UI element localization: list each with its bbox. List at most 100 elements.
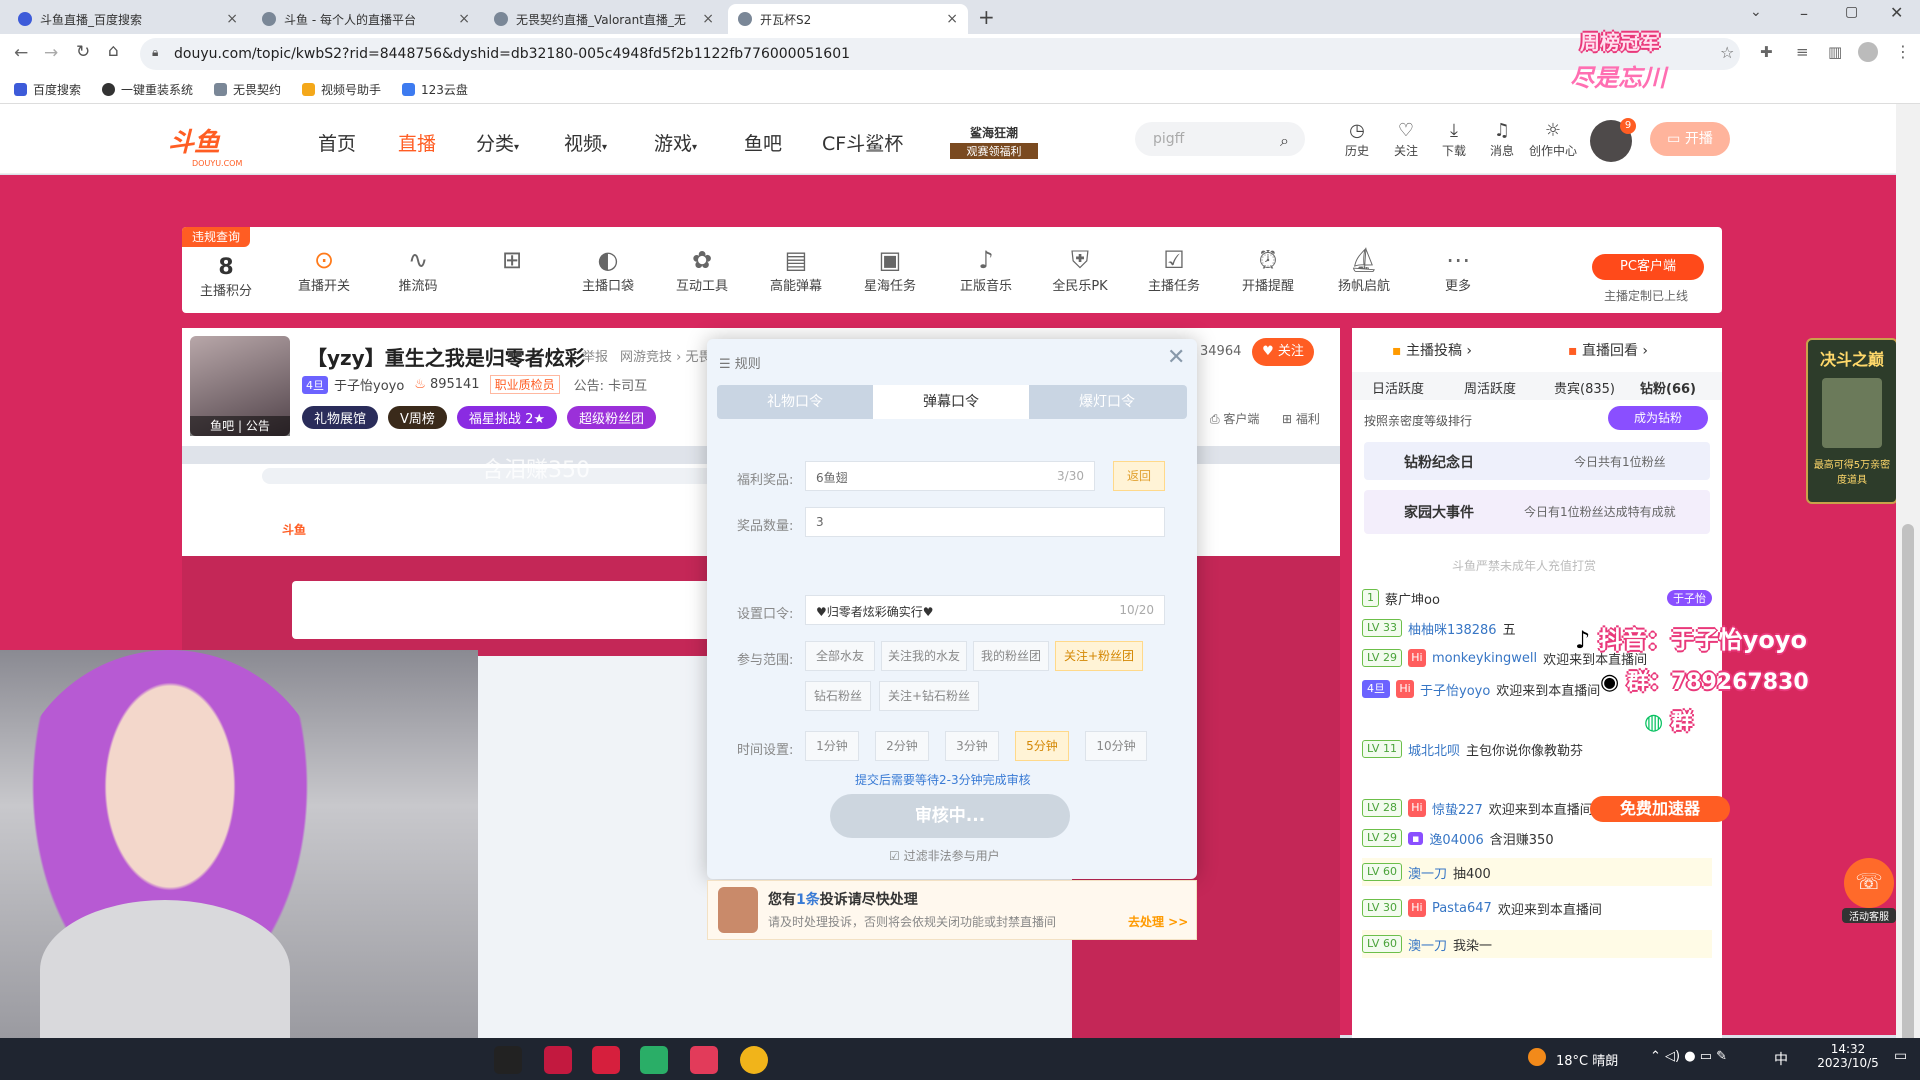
time-option[interactable]: 3分钟: [945, 731, 999, 761]
chat-message[interactable]: LV 60 澳一刀 我染一: [1362, 930, 1712, 958]
tool-danmaku[interactable]: ▤ 高能弹幕: [756, 245, 836, 294]
tab-search-icon[interactable]: ⌄: [1750, 4, 1762, 20]
douyu-logo[interactable]: 斗鱼 DOUYU.COM: [168, 122, 242, 168]
speed-booster-badge[interactable]: 免费加速器: [1590, 796, 1730, 822]
obs-icon[interactable]: [494, 1046, 522, 1074]
gift-gallery-pill[interactable]: 礼物展馆: [302, 406, 379, 429]
scope-option[interactable]: 钻石粉丝: [805, 681, 871, 711]
history-button[interactable]: ◷ 历史: [1337, 120, 1377, 159]
live-replay-tab[interactable]: ▪ 直播回看 ›: [1568, 340, 1648, 360]
page-scrollbar[interactable]: [1896, 104, 1920, 1044]
tool-reminder[interactable]: ⏰︎ 开播提醒: [1228, 245, 1308, 294]
weather-text[interactable]: 18°C 晴朗: [1556, 1050, 1618, 1069]
ime-indicator[interactable]: 中: [1774, 1049, 1788, 1069]
chat-message[interactable]: 1 蔡广坤oo 于子怡: [1362, 584, 1712, 612]
bookmark-item[interactable]: 123云盘: [402, 81, 468, 98]
home-icon[interactable]: ⌂: [108, 41, 119, 61]
browser-tab-active[interactable]: 开瓦杯S2 ×: [728, 4, 968, 34]
tool-gift[interactable]: ⊞: [472, 245, 552, 275]
chat-message[interactable]: LV 11 城北北呗 主包你说你像教勒芬: [1362, 734, 1712, 790]
chrome-icon[interactable]: [740, 1046, 768, 1074]
scope-option[interactable]: 关注我的水友: [881, 641, 967, 671]
scope-option[interactable]: 我的粉丝团: [973, 641, 1049, 671]
time-option[interactable]: 1分钟: [805, 731, 859, 761]
bookmark-item[interactable]: 一键重装系统: [102, 81, 193, 98]
menu-icon[interactable]: ⋮: [1895, 42, 1911, 61]
avatar-caption[interactable]: 鱼吧 | 公告: [190, 416, 290, 436]
follow-button[interactable]: ♡ 关注: [1386, 120, 1426, 159]
anchor-submit-tab[interactable]: ▪ 主播投稿 ›: [1392, 340, 1472, 360]
chat-message[interactable]: LV 30 Hi Pasta647 欢迎来到本直播间: [1362, 894, 1712, 922]
close-window-button[interactable]: ✕: [1890, 3, 1903, 22]
activity-service-button[interactable]: ☏ 活动客服: [1842, 858, 1896, 924]
nav-video[interactable]: 视频▾: [564, 129, 607, 156]
super-fan-pill[interactable]: 超级粉丝团: [567, 406, 657, 429]
browser-tab[interactable]: 斗鱼 - 每个人的直播平台 ×: [252, 4, 480, 34]
tool-tasks[interactable]: ☑ 主播任务: [1134, 245, 1214, 294]
close-tab-icon[interactable]: ×: [946, 11, 958, 27]
become-diamond-button[interactable]: 成为钻粉: [1608, 406, 1708, 430]
time-option[interactable]: 10分钟: [1085, 731, 1147, 761]
tool-music[interactable]: ♪ 正版音乐: [946, 245, 1026, 294]
tool-sail[interactable]: ⛵︎ 扬帆启航: [1324, 245, 1404, 294]
v-weekly-pill[interactable]: V周榜: [388, 406, 447, 429]
browser-tab[interactable]: 斗鱼直播_百度搜索 ×: [8, 4, 248, 34]
report-link[interactable]: 举报: [582, 346, 608, 365]
prize-field[interactable]: 6鱼翅 3/30: [805, 461, 1095, 491]
scrollbar-thumb[interactable]: [1902, 524, 1914, 1044]
anchor-score[interactable]: 8 主播积分: [186, 255, 266, 299]
notification-icon[interactable]: ▭: [1894, 1048, 1907, 1064]
family-event-card[interactable]: 家园大事件 今日有1位粉丝达成特有成就: [1364, 490, 1710, 534]
rank-tab-diamond[interactable]: 钻粉(66): [1640, 378, 1696, 397]
chat-message[interactable]: LV 29 ▪ 逸04006 含泪赚350: [1362, 824, 1712, 852]
diamond-memorial-card[interactable]: 钻粉纪念日 今日共有1位粉丝: [1364, 442, 1710, 480]
tab-danmaku-command[interactable]: 弹幕口令: [873, 385, 1029, 419]
rank-tab-vip[interactable]: 贵宾(835): [1554, 378, 1615, 397]
chat-message[interactable]: LV 60 澳一刀 抽400: [1362, 858, 1712, 886]
welfare-link[interactable]: ⊞ 福利: [1282, 410, 1320, 427]
close-icon[interactable]: ✕: [1167, 345, 1185, 370]
profile-icon[interactable]: [1858, 42, 1878, 62]
nav-cf-cup[interactable]: CF斗鲨杯: [822, 129, 903, 156]
lucky-challenge-pill[interactable]: 福星挑战 2★: [456, 406, 558, 429]
clock[interactable]: 14:32 2023/10/5: [1808, 1042, 1888, 1070]
reading-list-icon[interactable]: ≡: [1796, 43, 1809, 61]
wechat-taskbar-icon[interactable]: [640, 1046, 668, 1074]
tool-more[interactable]: ⋯ 更多: [1418, 245, 1498, 294]
nav-live[interactable]: 直播: [398, 129, 436, 156]
side-panel-icon[interactable]: ▥: [1828, 43, 1842, 61]
follow-button[interactable]: ♥ 关注: [1252, 338, 1314, 366]
scope-option[interactable]: 关注+钻石粉丝: [879, 681, 979, 711]
scope-option-selected[interactable]: 关注+粉丝团: [1055, 641, 1143, 671]
client-link[interactable]: ⎙ 客户端: [1210, 410, 1259, 427]
download-button[interactable]: ⤓ 下载: [1434, 120, 1474, 159]
room-category[interactable]: 网游竞技 › 无畏: [620, 346, 711, 365]
bookmark-item[interactable]: 百度搜索: [14, 81, 81, 98]
new-tab-button[interactable]: +: [978, 5, 995, 29]
extensions-icon[interactable]: ✚: [1760, 43, 1773, 61]
rank-tab-weekly[interactable]: 周活跃度: [1464, 378, 1516, 397]
pc-client-button[interactable]: PC客户端: [1592, 254, 1704, 280]
command-field[interactable]: ♥归零者炫彩确实行♥ 10/20: [805, 595, 1165, 625]
quantity-field[interactable]: 3: [805, 507, 1165, 537]
tool-pk[interactable]: ⛨ 全民乐PK: [1040, 245, 1120, 294]
tool-stream-key[interactable]: ∿ 推流码: [378, 245, 458, 294]
nav-category[interactable]: 分类▾: [476, 129, 519, 156]
search-icon[interactable]: ⌕: [1280, 131, 1289, 151]
bookmark-star-icon[interactable]: ☆: [1720, 43, 1734, 62]
maximize-button[interactable]: ▢: [1845, 4, 1858, 20]
notice-action-link[interactable]: 去处理 >>: [1128, 913, 1188, 930]
rank-tab-daily[interactable]: 日活跃度: [1372, 378, 1424, 397]
bookmark-item[interactable]: 视频号助手: [302, 81, 381, 98]
url-field[interactable]: 🔒︎ douyu.com/topic/kwbS2?rid=8448756&dys…: [140, 38, 1740, 70]
tool-starsea[interactable]: ▣ 星海任务: [850, 245, 930, 294]
battle-event-badge[interactable]: 决斗之巅 最高可得5万亲密度道具: [1806, 338, 1898, 504]
messages-button[interactable]: ♫ 消息: [1482, 120, 1522, 159]
netease-music-icon[interactable]: [690, 1046, 718, 1074]
tool-pocket[interactable]: ◐ 主播口袋: [568, 245, 648, 294]
tool-interactive[interactable]: ✿ 互动工具: [662, 245, 742, 294]
start-live-button[interactable]: ▭ 开播: [1650, 122, 1730, 156]
time-option[interactable]: 2分钟: [875, 731, 929, 761]
reload-icon[interactable]: ↻: [76, 42, 90, 62]
nav-game[interactable]: 游戏▾: [654, 129, 697, 156]
